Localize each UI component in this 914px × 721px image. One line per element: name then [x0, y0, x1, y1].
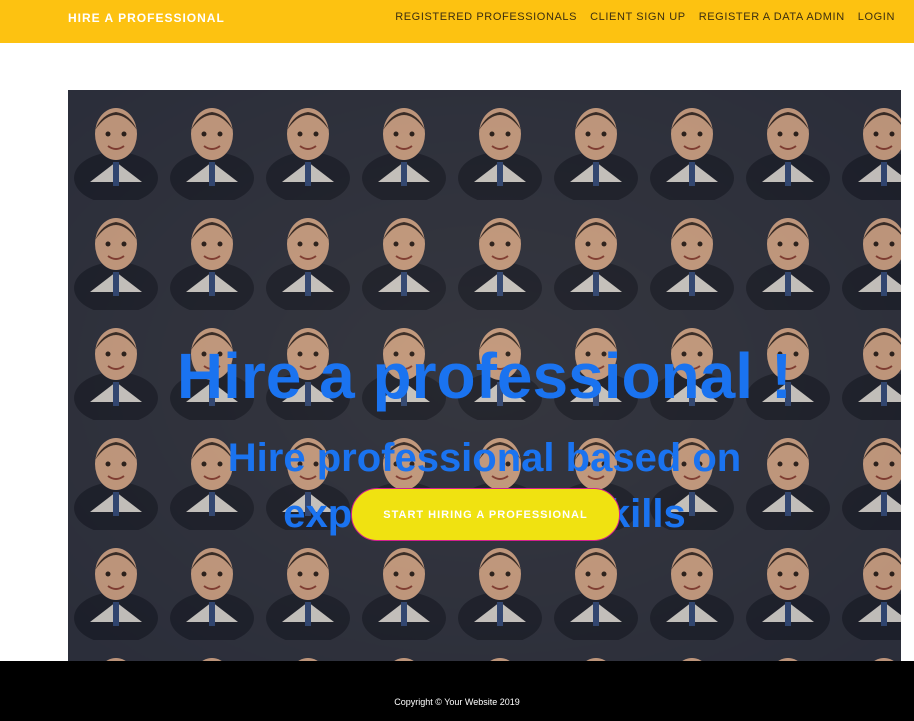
brand-link[interactable]: HIRE A PROFESSIONAL	[68, 11, 225, 25]
hero-section: Hire a professional ! Hire professional …	[68, 90, 901, 661]
copyright-text: Copyright © Your Website 2019	[394, 697, 520, 707]
footer: Copyright © Your Website 2019	[0, 661, 914, 721]
start-hiring-button[interactable]: START HIRING A PROFESSIONAL	[351, 488, 620, 541]
nav-link-registered-professionals[interactable]: REGISTERED PROFESSIONALS	[395, 11, 577, 23]
top-navbar: HIRE A PROFESSIONAL REGISTERED PROFESSIO…	[0, 0, 914, 43]
hero-title: Hire a professional !	[176, 340, 793, 412]
nav-links: REGISTERED PROFESSIONALS CLIENT SIGN UP …	[395, 11, 895, 23]
nav-link-register-data-admin[interactable]: REGISTER A DATA ADMIN	[699, 11, 845, 23]
nav-link-login[interactable]: LOGIN	[858, 11, 895, 23]
nav-link-client-sign-up[interactable]: CLIENT SIGN UP	[590, 11, 686, 23]
